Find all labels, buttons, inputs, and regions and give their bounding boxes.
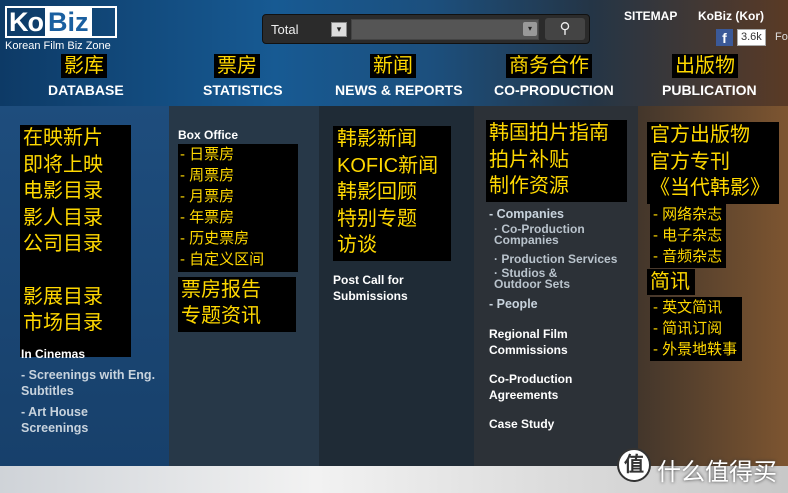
studios-link[interactable]: · Studios & Outdoor Sets [494, 267, 604, 290]
nav-cn-statistics: 票房 [214, 54, 260, 78]
people-link[interactable]: - People [489, 296, 538, 312]
menu-item[interactable]: 拍片补贴 [489, 147, 627, 174]
nav-statistics[interactable]: STATISTICS [203, 82, 283, 98]
menu-item[interactable]: - 简讯订阅 [653, 318, 742, 339]
statistics-cn-box: - 日票房 - 周票房 - 月票房 - 年票房 - 历史票房 - 自定义区间 [178, 144, 298, 272]
menu-col-statistics: Box Office - 日票房 - 周票房 - 月票房 - 年票房 - 历史票… [169, 106, 319, 466]
nav-database[interactable]: DATABASE [48, 82, 124, 98]
menu-item[interactable]: - 月票房 [180, 186, 298, 207]
menu-item[interactable]: 票房报告 [181, 277, 296, 303]
publication-cn-box: 官方出版物 官方专刊 《当代韩影》 [647, 122, 779, 204]
coproduction-agreements-link[interactable]: Co-Production Agreements [489, 371, 599, 403]
watermark-text: 什么值得买 [657, 459, 777, 486]
menu-item[interactable]: 公司目录 [23, 231, 131, 258]
coproduction-companies-link[interactable]: · Co-Production Companies [494, 223, 624, 246]
menu-item[interactable]: - 日票房 [180, 144, 298, 165]
nav-cn-news: 新闻 [370, 54, 416, 78]
nav-cn-publication: 出版物 [672, 54, 738, 78]
news-cn-box: 韩影新闻 KOFIC新闻 韩影回顾 特别专题 访谈 [333, 126, 451, 261]
menu-col-publication: 官方出版物 官方专刊 《当代韩影》 - 网络杂志 - 电子杂志 - 音频杂志 简… [638, 106, 788, 466]
menu-item[interactable]: 即将上映 [23, 152, 131, 179]
menu-item[interactable]: - 自定义区间 [180, 249, 298, 270]
menu-item[interactable]: 制作资源 [489, 173, 627, 200]
menu-item[interactable]: 专题资讯 [181, 303, 296, 329]
menu-item[interactable]: 官方出版物 [650, 122, 779, 149]
menu-item[interactable]: 官方专刊 [650, 149, 779, 176]
menu-item[interactable]: - 历史票房 [180, 228, 298, 249]
menu-item[interactable]: - 英文简讯 [653, 297, 742, 318]
menu-item[interactable]: 特别专题 [337, 206, 451, 233]
logo-subtitle: Korean Film Biz Zone [5, 40, 111, 52]
menu-item[interactable]: - 网络杂志 [653, 204, 726, 225]
nav-news-reports[interactable]: NEWS & REPORTS [335, 82, 463, 98]
header: Ko Biz Korean Film Biz Zone Total ▾ ▾ ⚲ … [0, 0, 788, 106]
menu-item[interactable]: 电影目录 [23, 178, 131, 205]
publication-news-box: - 英文简讯 - 简讯订阅 - 外景地轶事 [650, 297, 742, 361]
mega-menu: 在映新片 即将上映 电影目录 影人目录 公司目录 影展目录 市场目录 In Ci… [0, 106, 788, 466]
menu-col-database: 在映新片 即将上映 电影目录 影人目录 公司目录 影展目录 市场目录 In Ci… [0, 106, 169, 466]
menu-item[interactable]: 韩影回顾 [337, 179, 451, 206]
chevron-down-icon[interactable]: ▾ [523, 22, 537, 36]
menu-item[interactable]: KOFIC新闻 [337, 153, 451, 180]
menu-item[interactable]: 市场目录 [23, 310, 131, 337]
logo-box: Ko Biz [5, 6, 117, 38]
newsletter-box: 简讯 [647, 269, 695, 295]
menu-item[interactable]: 《当代韩影》 [650, 175, 779, 202]
search-input[interactable] [351, 19, 539, 40]
menu-item[interactable]: 在映新片 [23, 125, 131, 152]
menu-item[interactable]: - 年票房 [180, 207, 298, 228]
nav-cn-database: 影库 [61, 54, 107, 78]
menu-col-coproduction: 韩国拍片指南 拍片补贴 制作资源 - Companies · Co-Produc… [474, 106, 638, 466]
menu-item[interactable]: - 周票房 [180, 165, 298, 186]
facebook-like-count: 3.6k [737, 29, 766, 46]
database-cn-box: 在映新片 即将上映 电影目录 影人目录 公司目录 影展目录 市场目录 [20, 125, 131, 357]
menu-item[interactable]: 影展目录 [23, 284, 131, 311]
menu-item[interactable]: 韩影新闻 [337, 126, 451, 153]
menu-col-news: 韩影新闻 KOFIC新闻 韩影回顾 特别专题 访谈 Post Call for … [319, 106, 474, 466]
logo-ko: Ko [9, 7, 44, 37]
logo-biz: Biz [45, 8, 92, 36]
menu-item[interactable]: 韩国拍片指南 [489, 120, 627, 147]
menu-item[interactable]: 影人目录 [23, 205, 131, 232]
kobiz-kor-link[interactable]: KoBiz (Kor) [698, 9, 764, 23]
in-cinemas-link[interactable]: In Cinemas [21, 346, 85, 362]
regional-commissions-link[interactable]: Regional Film Commissions [489, 326, 599, 358]
menu-item[interactable]: 访谈 [337, 232, 451, 259]
scope-dropdown-icon[interactable]: ▾ [331, 22, 347, 37]
menu-item[interactable]: - 音频杂志 [653, 246, 726, 267]
search-icon: ⚲ [559, 20, 571, 37]
production-services-link[interactable]: · Production Services [494, 251, 617, 267]
publication-mag-box: - 网络杂志 - 电子杂志 - 音频杂志 [650, 204, 726, 268]
coproduction-cn-box: 韩国拍片指南 拍片补贴 制作资源 [486, 120, 627, 202]
screenings-eng-link[interactable]: - Screenings with Eng. Subtitles [21, 367, 169, 399]
search-scope-label: Total [271, 22, 299, 37]
nav-cn-coproduction: 商务合作 [506, 54, 592, 78]
newsletter-link[interactable]: 简讯 [650, 269, 695, 295]
box-office-label[interactable]: Box Office [178, 127, 238, 143]
facebook-icon[interactable]: f [716, 29, 733, 46]
nav-publication[interactable]: PUBLICATION [662, 82, 757, 98]
menu-item[interactable]: - 外景地轶事 [653, 339, 742, 360]
nav-coproduction[interactable]: CO-PRODUCTION [494, 82, 614, 98]
menu-item[interactable]: - 电子杂志 [653, 225, 726, 246]
statistics-report-box: 票房报告 专题资讯 [178, 277, 296, 332]
sitemap-link[interactable]: SITEMAP [624, 9, 677, 23]
post-call-link[interactable]: Post Call for Submissions [333, 272, 443, 304]
case-study-link[interactable]: Case Study [489, 416, 554, 432]
watermark-icon: 值 [617, 448, 651, 482]
kobiz-logo[interactable]: Ko Biz Korean Film Biz Zone [5, 6, 117, 52]
art-house-link[interactable]: - Art House Screenings [21, 404, 131, 436]
follow-text: Fo [775, 31, 788, 43]
search-button[interactable]: ⚲ [545, 18, 585, 40]
companies-link[interactable]: - Companies [489, 206, 564, 222]
search-bar: Total ▾ ▾ ⚲ [262, 14, 590, 44]
